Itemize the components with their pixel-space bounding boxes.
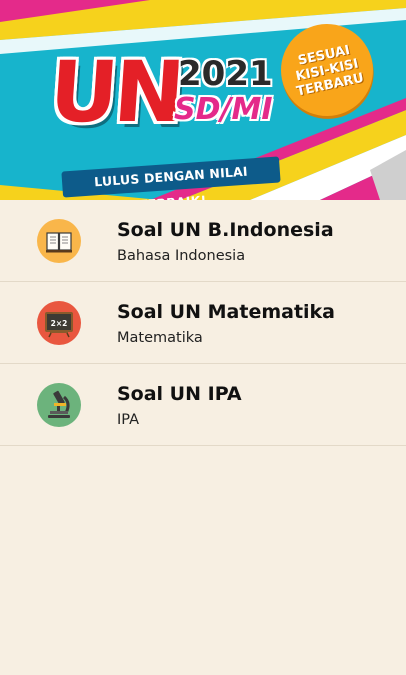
subject-subtitle: IPA [117, 412, 140, 428]
book-icon [37, 219, 81, 263]
microscope-icon [37, 383, 81, 427]
banner-exam-title: UN [46, 43, 184, 141]
subject-title: Soal UN B.Indonesia [117, 219, 334, 241]
subject-title: Soal UN IPA [117, 383, 242, 405]
header-banner: UN 2021 SD/MI LULUS DENGAN NILAI TERBAIK… [0, 0, 406, 200]
subject-item-b-indonesia[interactable]: Soal UN B.Indonesia Bahasa Indonesia [0, 200, 406, 282]
subject-item-matematika[interactable]: 2×2 Soal UN Matematika Matematika [0, 282, 406, 364]
subject-item-ipa[interactable]: Soal UN IPA IPA [0, 364, 406, 446]
subject-list: Soal UN B.Indonesia Bahasa Indonesia 2×2… [0, 200, 406, 446]
chalkboard-icon: 2×2 [37, 301, 81, 345]
svg-text:2×2: 2×2 [51, 319, 68, 328]
subject-subtitle: Bahasa Indonesia [117, 248, 246, 264]
banner-year: 2021 [178, 54, 273, 94]
subject-title: Soal UN Matematika [117, 301, 335, 323]
subject-subtitle: Matematika [117, 330, 203, 346]
banner-school-level: SD/MI [174, 92, 273, 127]
